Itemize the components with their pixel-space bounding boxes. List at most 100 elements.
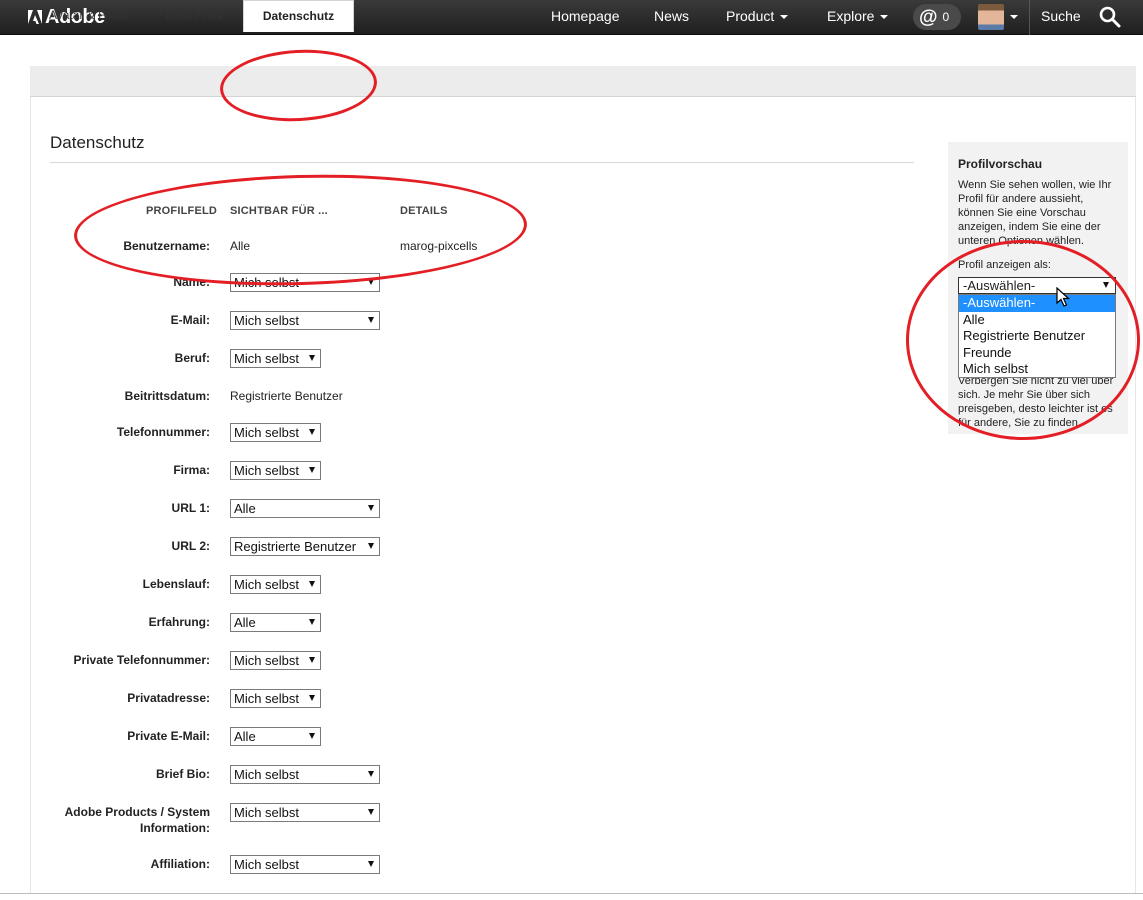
chevron-down-icon <box>368 771 374 777</box>
select-adobe-products[interactable]: Mich selbst <box>230 803 380 822</box>
select-lebenslauf-value: Mich selbst <box>234 577 300 592</box>
chevron-down-icon <box>309 581 315 587</box>
notifications-button[interactable]: @ 0 <box>913 4 961 30</box>
row-label-beitrittsdatum: Beitrittsdatum: <box>124 389 210 403</box>
option-freunde[interactable]: Freunde <box>959 345 1115 362</box>
row-label-private-telefonnummer: Private Telefonnummer: <box>73 653 210 667</box>
select-telefonnummer[interactable]: Mich selbst <box>230 423 321 442</box>
select-brief-bio[interactable]: Mich selbst <box>230 765 380 784</box>
nav-explore[interactable]: Explore <box>827 0 889 35</box>
select-url1-value: Alle <box>234 501 256 516</box>
chevron-down-icon <box>780 15 789 20</box>
chevron-down-icon <box>368 317 374 323</box>
chevron-down-icon <box>368 543 374 549</box>
tab-datenschutz[interactable]: Datenschutz <box>243 0 354 32</box>
select-erfahrung-value: Alle <box>234 615 256 630</box>
search-label[interactable]: Suche <box>1041 0 1081 35</box>
chevron-down-icon <box>1010 15 1018 19</box>
select-email-value: Mich selbst <box>234 313 300 328</box>
tab-mein-profil[interactable]: Mein Profil <box>166 0 224 31</box>
row-label-private-email: Private E-Mail: <box>127 729 210 743</box>
row-label-brief-bio: Brief Bio: <box>156 767 210 781</box>
chevron-down-icon <box>368 505 374 511</box>
option-alle[interactable]: Alle <box>959 312 1115 329</box>
row-label-url1: URL 1: <box>171 501 210 515</box>
select-beruf-value: Mich selbst <box>234 351 300 366</box>
row-label-erfahrung: Erfahrung: <box>148 615 210 629</box>
row-label-lebenslauf: Lebenslauf: <box>142 577 210 591</box>
chevron-down-icon <box>880 15 889 20</box>
nav-news[interactable]: News <box>654 0 689 35</box>
row-label-url2: URL 2: <box>171 539 210 553</box>
row-label-privatadresse: Privatadresse: <box>127 691 210 705</box>
sidebar-title: Profilvorschau <box>958 157 1043 171</box>
select-private-email[interactable]: Alle <box>230 727 321 746</box>
row-label-name: Name: <box>173 275 210 289</box>
select-affiliation[interactable]: Mich selbst <box>230 855 380 874</box>
chevron-down-icon <box>309 619 315 625</box>
select-erfahrung[interactable]: Alle <box>230 613 321 632</box>
select-firma-value: Mich selbst <box>234 463 300 478</box>
select-private-telefonnummer[interactable]: Mich selbst <box>230 651 321 670</box>
page-title: Datenschutz <box>50 133 145 152</box>
user-menu[interactable] <box>978 4 1018 30</box>
nav-divider <box>1029 0 1030 35</box>
tab-avatar-fotos[interactable]: Avatar & Fotos <box>49 0 128 31</box>
option-auswaehlen[interactable]: -Auswählen- <box>959 295 1115 312</box>
nav-explore-label: Explore <box>827 8 875 24</box>
select-firma[interactable]: Mich selbst <box>230 461 321 480</box>
notifications-count: 0 <box>942 10 950 24</box>
select-private-email-value: Alle <box>234 729 256 744</box>
value-beitrittsdatum: Registrierte Benutzer <box>230 389 343 403</box>
select-privatadresse-value: Mich selbst <box>234 691 300 706</box>
select-url1[interactable]: Alle <box>230 499 380 518</box>
profile-view-as-value: -Auswählen- <box>963 278 1036 293</box>
chevron-down-icon <box>309 695 315 701</box>
row-label-affiliation: Affiliation: <box>150 857 210 871</box>
sidebar-tip: Verbergen Sie nicht zu viel über sich. J… <box>958 375 1114 429</box>
select-name[interactable]: Mich selbst <box>230 273 380 292</box>
avatar <box>978 4 1004 30</box>
chevron-down-icon <box>1103 282 1109 288</box>
select-brief-bio-value: Mich selbst <box>234 767 300 782</box>
select-url2[interactable]: Registrierte Benutzer <box>230 537 380 556</box>
at-mention-icon: @ <box>919 6 938 28</box>
adobe-logo-icon <box>28 10 42 24</box>
chevron-down-icon <box>309 467 315 473</box>
row-label-email: E-Mail: <box>170 313 210 327</box>
row-label-adobe-products: Adobe Products / System Information: <box>64 805 210 835</box>
nav-homepage[interactable]: Homepage <box>551 0 620 35</box>
profile-view-as-select[interactable]: -Auswählen- <box>958 277 1116 294</box>
details-benutzername: marog-pixcells <box>400 239 478 253</box>
sidebar-select-label: Profil anzeigen als: <box>958 259 1051 271</box>
chevron-down-icon <box>309 733 315 739</box>
chevron-down-icon <box>309 429 315 435</box>
select-beruf[interactable]: Mich selbst <box>230 349 321 368</box>
select-name-value: Mich selbst <box>234 275 300 290</box>
select-privatadresse[interactable]: Mich selbst <box>230 689 321 708</box>
row-label-beruf: Beruf: <box>174 351 210 365</box>
bottom-divider <box>0 893 1143 894</box>
profile-view-as-options: -Auswählen- Alle Registrierte Benutzer F… <box>958 294 1116 378</box>
mouse-cursor-icon <box>1056 287 1070 307</box>
select-affiliation-value: Mich selbst <box>234 857 300 872</box>
select-private-telefonnummer-value: Mich selbst <box>234 653 300 668</box>
option-mich-selbst[interactable]: Mich selbst <box>959 361 1115 378</box>
nav-product[interactable]: Product <box>726 0 789 35</box>
row-label-telefonnummer: Telefonnummer: <box>116 425 210 439</box>
search-icon[interactable] <box>1098 5 1122 29</box>
chevron-down-icon <box>368 861 374 867</box>
option-registrierte-benutzer[interactable]: Registrierte Benutzer <box>959 328 1115 345</box>
chevron-down-icon <box>309 355 315 361</box>
nav-product-label: Product <box>726 8 775 24</box>
sidebar-intro: Wenn Sie sehen wollen, wie Ihr Profil fü… <box>958 179 1112 247</box>
select-adobe-products-value: Mich selbst <box>234 805 300 820</box>
select-email[interactable]: Mich selbst <box>230 311 380 330</box>
chevron-down-icon <box>368 279 374 285</box>
row-label-benutzername: Benutzername: <box>123 239 210 253</box>
profile-tabs <box>30 66 1136 97</box>
chevron-down-icon <box>368 809 374 815</box>
select-lebenslauf[interactable]: Mich selbst <box>230 575 321 594</box>
value-benutzername: Alle <box>230 239 251 253</box>
column-header-visible: SICHTBAR FÜR ... <box>230 205 328 217</box>
